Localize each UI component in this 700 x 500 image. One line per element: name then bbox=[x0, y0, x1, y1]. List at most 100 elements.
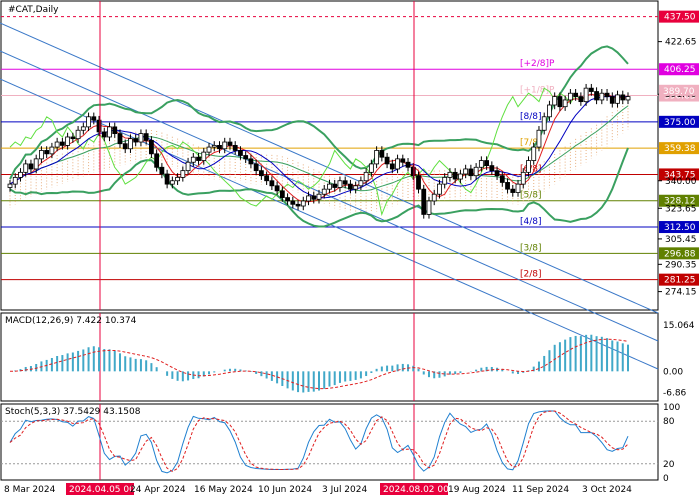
candle-body bbox=[615, 94, 620, 104]
candle-body bbox=[463, 168, 469, 175]
candle-body bbox=[159, 166, 165, 175]
candle-body bbox=[458, 173, 463, 180]
candle-body bbox=[505, 182, 510, 190]
candle-body bbox=[253, 163, 259, 172]
candle-body bbox=[23, 163, 29, 173]
candle-body bbox=[70, 136, 76, 140]
candle-body bbox=[169, 180, 175, 185]
candle-body bbox=[117, 133, 123, 145]
macd-tick-label: 0.00 bbox=[663, 367, 683, 377]
candle-body bbox=[232, 144, 238, 151]
date-axis: 8 Mar 2024 2024.04.05 00:0024 Apr 2024 16 … bbox=[4, 483, 632, 495]
stoch-tick-label: 80 bbox=[663, 417, 675, 427]
candle-body bbox=[426, 200, 432, 215]
price-level-label: 281.25 bbox=[664, 276, 696, 286]
candle-body bbox=[59, 141, 65, 146]
candle-body bbox=[625, 96, 631, 101]
candle-body bbox=[133, 138, 139, 143]
candle-body bbox=[279, 190, 285, 198]
date-label: 3 Jul 2024 bbox=[322, 485, 367, 495]
date-label: 10 Jun 2024 bbox=[258, 485, 312, 495]
price-level-label: 296.88 bbox=[664, 249, 696, 259]
candle-body bbox=[285, 197, 290, 202]
candle-body bbox=[478, 160, 484, 168]
candle-body bbox=[526, 160, 531, 173]
candle-body bbox=[44, 150, 50, 155]
candle-body bbox=[300, 200, 306, 207]
candle-body bbox=[379, 150, 385, 158]
candle-body bbox=[180, 170, 186, 178]
candle-body bbox=[12, 176, 18, 185]
macd-tick-label: -6.86 bbox=[663, 388, 687, 398]
candle-body bbox=[185, 161, 191, 172]
candle-body bbox=[473, 166, 479, 177]
candle-body bbox=[484, 160, 489, 167]
candle-body bbox=[332, 183, 338, 188]
candle-body bbox=[18, 171, 23, 178]
candle-body bbox=[128, 138, 133, 150]
candle-body bbox=[342, 180, 348, 185]
date-label: 3 Oct 2024 bbox=[582, 485, 632, 495]
stoch-tick-label: 20 bbox=[663, 460, 675, 470]
candle-body bbox=[536, 129, 542, 148]
candle-body bbox=[573, 92, 579, 97]
candle-body bbox=[196, 156, 201, 161]
candle-body bbox=[112, 126, 118, 135]
candle-body bbox=[609, 96, 615, 104]
candle-body bbox=[368, 163, 374, 173]
candle-body bbox=[164, 173, 170, 185]
candle-body bbox=[248, 158, 254, 165]
candle-body bbox=[547, 104, 552, 118]
candle-body bbox=[274, 185, 280, 192]
candle-body bbox=[75, 129, 81, 140]
candle-body bbox=[227, 141, 233, 146]
date-label: 19 Aug 2024 bbox=[448, 485, 506, 495]
candle-body bbox=[620, 94, 626, 101]
candle-body bbox=[374, 150, 380, 165]
stoch-tick-label: 100 bbox=[663, 403, 680, 413]
date-label: 16 May 2024 bbox=[194, 485, 253, 495]
candle-body bbox=[421, 188, 427, 215]
candle-body bbox=[468, 168, 474, 177]
price-level-label: 437.50 bbox=[664, 13, 696, 23]
candle-body bbox=[384, 156, 390, 165]
current-price-label: 389.70 bbox=[663, 87, 695, 97]
price-tick-label: 274.15 bbox=[665, 288, 697, 298]
candle-body bbox=[489, 165, 495, 172]
candle-body bbox=[567, 92, 573, 101]
candle-body bbox=[149, 139, 154, 155]
candle-body bbox=[201, 151, 207, 161]
candle-body bbox=[583, 87, 589, 103]
candle-body bbox=[217, 144, 222, 150]
candle-body bbox=[101, 131, 107, 138]
candle-body bbox=[562, 99, 568, 108]
candle-body bbox=[290, 200, 296, 205]
candle-body bbox=[531, 146, 537, 161]
murrey-tag: [8/8] bbox=[520, 112, 542, 122]
candle-body bbox=[316, 193, 322, 200]
candle-body bbox=[175, 176, 180, 182]
stoch-tick-label: 0 bbox=[663, 474, 669, 484]
candle-body bbox=[348, 183, 353, 190]
candle-body bbox=[437, 183, 442, 195]
candle-body bbox=[353, 185, 359, 190]
price-chart: [+2/8]P[+1/8]P[8/8][7/8][6/8][5/8][4/8][… bbox=[0, 0, 699, 495]
price-tick-label: 422.65 bbox=[665, 38, 697, 48]
candle-body bbox=[222, 141, 228, 150]
candle-body bbox=[395, 158, 400, 170]
candle-body bbox=[416, 175, 421, 190]
candle-body bbox=[442, 176, 448, 185]
candle-body bbox=[510, 188, 516, 193]
candle-body bbox=[295, 203, 301, 207]
candle-body bbox=[599, 92, 605, 101]
candle-body bbox=[211, 144, 217, 148]
candle-body bbox=[337, 180, 343, 188]
price-level-label: 359.38 bbox=[664, 144, 696, 154]
candle-body bbox=[541, 116, 547, 131]
price-axis: 437.50406.25390.63375.00359.38343.75328.… bbox=[658, 10, 699, 298]
candle-body bbox=[363, 171, 369, 182]
candle-body bbox=[557, 96, 563, 108]
candle-body bbox=[447, 171, 453, 178]
price-level-label: 312.50 bbox=[664, 223, 696, 233]
candle-body bbox=[154, 153, 160, 168]
